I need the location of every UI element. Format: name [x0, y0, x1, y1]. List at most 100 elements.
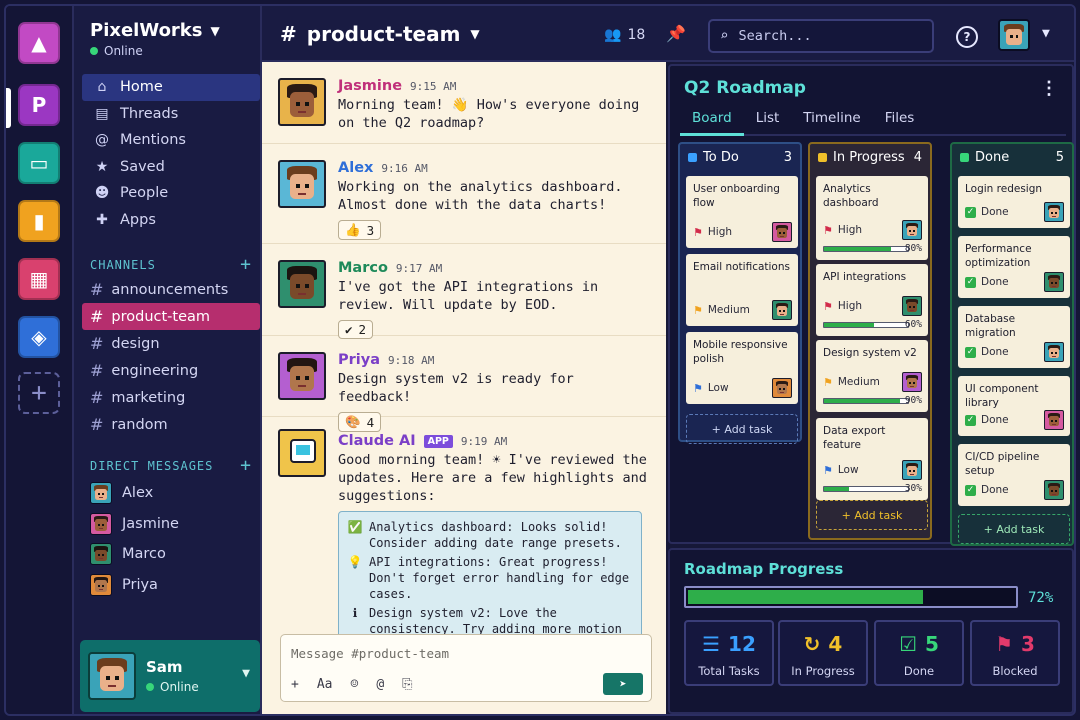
- eye: [1055, 212, 1057, 214]
- channel-item-announcements[interactable]: # announcements: [82, 276, 260, 303]
- task-card[interactable]: Email notifications ⚑ Medium: [686, 254, 798, 326]
- hash-icon: #: [90, 307, 104, 326]
- task-priority: High: [837, 300, 863, 312]
- pixelworks-workspace-icon[interactable]: ▲: [18, 22, 60, 64]
- text-format-icon[interactable]: Aa: [317, 677, 333, 692]
- layers-app-icon[interactable]: ◈: [18, 316, 60, 358]
- mouth: [910, 309, 914, 311]
- sidebar-item-label: Threads: [120, 105, 179, 122]
- sidebar-item-label: People: [120, 185, 169, 202]
- sidebar-item-label: Home: [120, 79, 163, 96]
- add-task-button[interactable]: + Add task: [816, 500, 928, 530]
- channel-label: marketing: [111, 389, 186, 406]
- task-title: Data export feature: [823, 425, 886, 451]
- skin: [95, 580, 107, 592]
- tab-files[interactable]: Files: [873, 106, 927, 136]
- sidebar-item-apps[interactable]: ✚ Apps: [82, 207, 260, 234]
- robot-screen: [296, 445, 310, 455]
- message-composer[interactable]: Message #product-team + Aa ☺ @ ⎘ ➤: [280, 634, 652, 702]
- active-workspace-indicator: [6, 88, 11, 128]
- add-task-button[interactable]: + Add task: [686, 414, 798, 444]
- eye: [1055, 490, 1057, 492]
- task-card[interactable]: Performance optimization ✓ Done: [958, 236, 1070, 298]
- add-attachment-icon[interactable]: +: [291, 677, 299, 692]
- tab-timeline[interactable]: Timeline: [791, 106, 872, 136]
- channel-item-design[interactable]: # design: [82, 330, 260, 357]
- add-workspace-icon[interactable]: +: [18, 372, 60, 414]
- more-options-icon[interactable]: ⋮: [1040, 78, 1058, 99]
- calendar-app-icon[interactable]: ▦: [18, 258, 60, 300]
- task-card[interactable]: Database migration ✓ Done: [958, 306, 1070, 368]
- task-card[interactable]: Login redesign ✓ Done: [958, 176, 1070, 228]
- task-card[interactable]: Data export feature ⚑ Low 30%: [816, 418, 928, 500]
- message: Claude AI APP 9:19 AM Good morning team! ☀ …: [262, 417, 666, 687]
- add-channel-icon[interactable]: +: [240, 254, 252, 275]
- priority-label: ✓ Done: [965, 484, 1009, 496]
- paperclip-icon[interactable]: ⎘: [402, 677, 412, 692]
- face-illustration: [1045, 343, 1063, 361]
- eye: [779, 232, 782, 234]
- channel-title[interactable]: # product-team ▼: [280, 22, 480, 46]
- stat-number: 12: [728, 632, 756, 656]
- channel-item-product-team[interactable]: # product-team: [82, 303, 260, 330]
- status-dot: [688, 152, 697, 162]
- current-user-card[interactable]: Sam Online ▼: [80, 640, 260, 712]
- sender-name[interactable]: Marco: [338, 260, 388, 276]
- reaction-button[interactable]: 👍 3: [338, 220, 382, 240]
- dm-item-alex[interactable]: Alex: [82, 478, 260, 509]
- task-title: Database migration: [965, 313, 1016, 339]
- channel-item-engineering[interactable]: # engineering: [82, 357, 260, 384]
- channel-item-random[interactable]: # random: [82, 411, 260, 438]
- column-count: 4: [913, 149, 922, 165]
- dm-item-jasmine[interactable]: Jasmine: [82, 509, 260, 540]
- send-button[interactable]: ➤: [603, 673, 643, 695]
- task-card[interactable]: API integrations ⚑ High 60%: [816, 264, 928, 336]
- chevron-down-icon[interactable]: ▼: [242, 666, 250, 681]
- skin: [1048, 208, 1060, 219]
- workspace-header[interactable]: PixelWorks ▼ Online: [90, 20, 220, 58]
- mention-icon[interactable]: @: [376, 677, 384, 692]
- sidebar-item-saved[interactable]: ★ Saved: [82, 154, 260, 181]
- face-illustration: [91, 575, 111, 595]
- tab-board[interactable]: Board: [680, 106, 744, 136]
- channel-item-marketing[interactable]: # marketing: [82, 384, 260, 411]
- chat-app-icon[interactable]: ▭: [18, 142, 60, 184]
- add-task-button[interactable]: + Add task: [958, 514, 1070, 544]
- sender-name[interactable]: Priya: [338, 352, 380, 368]
- task-card[interactable]: Design system v2 ⚑ Medium 90%: [816, 340, 928, 412]
- members-button[interactable]: 👥 18: [604, 27, 645, 43]
- sender-name[interactable]: Alex: [338, 160, 373, 176]
- sidebar-item-home[interactable]: ⌂ Home: [82, 74, 260, 101]
- task-card[interactable]: Mobile responsive polish ⚑ Low: [686, 332, 798, 404]
- eye: [1055, 420, 1057, 422]
- task-card[interactable]: CI/CD pipeline setup ✓ Done: [958, 444, 1070, 506]
- reaction-button[interactable]: ✔ 2: [338, 320, 374, 339]
- dm-item-marco[interactable]: Marco: [82, 539, 260, 570]
- p-workspace-icon[interactable]: P: [18, 84, 60, 126]
- eye: [909, 382, 912, 384]
- sender-name[interactable]: Claude AI: [338, 433, 416, 449]
- emoji-icon[interactable]: ☺: [350, 677, 358, 692]
- channels-section-header: CHANNELS +: [90, 254, 252, 275]
- sender-name[interactable]: Jasmine: [338, 78, 402, 94]
- analytics-app-icon[interactable]: ▮: [18, 200, 60, 242]
- search-input[interactable]: ⌕ Search...: [708, 19, 934, 53]
- task-card[interactable]: UI component library ✓ Done: [958, 376, 1070, 436]
- dm-item-priya[interactable]: Priya: [82, 570, 260, 601]
- sidebar-item-people[interactable]: ☻ People: [82, 180, 260, 207]
- tab-list[interactable]: List: [744, 106, 792, 136]
- avatar[interactable]: [998, 19, 1030, 51]
- face-illustration: [903, 221, 921, 239]
- sidebar-item-mentions[interactable]: @ Mentions: [82, 127, 260, 154]
- task-card[interactable]: Analytics dashboard ⚑ High 80%: [816, 176, 928, 260]
- chevron-down-icon[interactable]: ▼: [1042, 26, 1050, 41]
- flag-icon: ⚑: [693, 381, 703, 395]
- stat-value: ☑ 5: [876, 632, 962, 656]
- reaction-button[interactable]: 🎨 4: [338, 412, 382, 432]
- mouth: [99, 588, 103, 590]
- sidebar-item-threads[interactable]: ▤ Threads: [82, 101, 260, 128]
- pin-icon[interactable]: 📌: [666, 24, 686, 43]
- help-icon[interactable]: ?: [956, 26, 978, 48]
- task-card[interactable]: User onboarding flow ⚑ High: [686, 176, 798, 248]
- add-dm-icon[interactable]: +: [240, 455, 252, 476]
